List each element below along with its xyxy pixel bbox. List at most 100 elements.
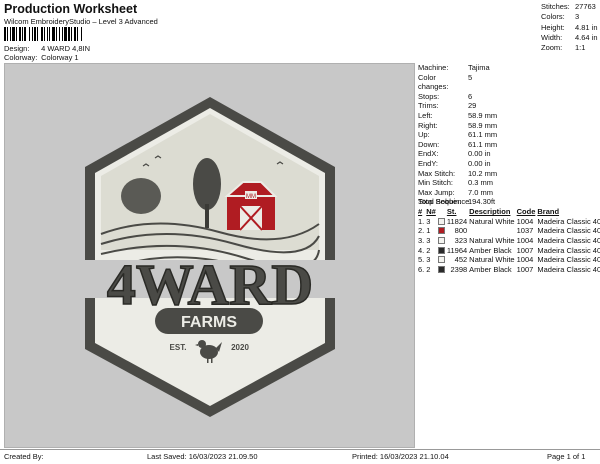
spec-value: 5 <box>468 72 473 82</box>
cell-brand: Madeira Classic 40 <box>537 236 600 246</box>
cell-needle: 1 <box>426 226 431 236</box>
spec-row: EndY: 0.00 in <box>418 159 497 169</box>
cell-brand: Madeira Classic 40 <box>537 226 600 236</box>
page-number: Page 1 of 1 <box>547 452 586 461</box>
farms-text: FARMS <box>181 314 237 331</box>
stat-stitches: Stitches: 27763 <box>541 2 596 11</box>
stat-zoom: Zoom: 1:1 <box>541 43 586 53</box>
stop-sequence-title: Stop Sequence: <box>418 197 472 206</box>
table-row: 1. 3 11824 Natural White 1004 Madeira Classic… <box>418 217 600 227</box>
spec-row: Machine: Tajima <box>418 63 497 73</box>
col-stitches: St. <box>446 207 457 217</box>
cell-code: 1037 <box>516 226 534 236</box>
spec-label: Stops: <box>418 91 440 101</box>
cell-swatch <box>437 217 447 227</box>
barn-sign: MM <box>246 194 256 200</box>
spec-label: Left: <box>418 110 433 120</box>
cell-description: Natural White <box>469 255 515 265</box>
cell-description: Natural White <box>469 236 515 246</box>
cell-swatch <box>437 255 447 265</box>
spec-value: 0.3 mm <box>468 178 494 188</box>
col-brand: Brand <box>537 207 560 217</box>
cell-stitches: 800 <box>454 226 468 236</box>
color-swatch <box>437 246 445 254</box>
spec-row: Trims: 29 <box>418 101 497 111</box>
cell-needle: 3 <box>426 236 431 246</box>
spec-value: Tajima <box>468 63 490 72</box>
cell-brand: Madeira Classic 40 <box>537 264 600 274</box>
spec-row: Left: 58.9 mm <box>418 111 497 121</box>
embroidery-logo: MM 4WARD FARMS EST. 2020 <box>75 97 345 417</box>
cell-description: Amber Black <box>469 245 512 255</box>
cell-stitches: 2398 <box>450 264 468 274</box>
spec-row: Down: 61.1 mm <box>418 140 497 150</box>
worksheet-title: Production Worksheet <box>4 2 138 16</box>
tree-crown <box>121 178 161 214</box>
created-by: Created By: <box>4 452 44 461</box>
color-swatch <box>437 217 445 225</box>
spec-label: Up: <box>418 130 430 140</box>
spec-label: Machine: <box>418 63 449 72</box>
barcode <box>4 27 130 41</box>
spec-row: Max Jump: 7.0 mm <box>418 188 497 198</box>
spec-value: 7.0 mm <box>468 187 494 197</box>
cell-stitches: 323 <box>454 236 468 246</box>
cell-brand: Madeira Classic 40 <box>537 245 600 255</box>
spec-value: 0.00 in <box>468 149 491 159</box>
col-needle: N# <box>426 207 436 217</box>
table-header-row: # N# St. Description Code Brand <box>418 207 600 217</box>
cell-swatch <box>437 245 447 255</box>
stat-height: Height: 4.81 in <box>541 22 598 32</box>
cell-code: 1004 <box>516 236 534 246</box>
spec-row: Color changes: 5 <box>418 73 497 92</box>
design-preview[interactable]: MM 4WARD FARMS EST. 2020 <box>4 63 415 448</box>
cell-stitches: 452 <box>454 255 468 265</box>
software-name: Wilcom EmbroideryStudio – Level 3 Advanc… <box>4 17 158 26</box>
cell-description: Natural White <box>469 216 515 226</box>
spec-label: Max Stitch: <box>418 168 456 178</box>
est-text: EST. <box>170 343 187 352</box>
cell-code: 1004 <box>516 255 534 265</box>
cell-needle: 2 <box>426 264 431 274</box>
color-swatch <box>437 265 445 273</box>
spec-value: 194.30ft <box>468 197 496 207</box>
cell-stop: 2. <box>418 226 425 236</box>
col-description: Description <box>469 207 511 217</box>
spec-row: Max Stitch: 10.2 mm <box>418 169 497 179</box>
col-swatch <box>438 207 447 217</box>
spec-label: Min Stitch: <box>418 178 454 188</box>
cell-stop: 6. <box>418 264 425 274</box>
spec-row: Right: 58.9 mm <box>418 121 497 131</box>
machine-specs: Machine: Tajima Color changes: 5 Stops: 6 Trim… <box>418 63 497 207</box>
col-stop: # <box>418 207 423 217</box>
printed-date: Printed: 16/03/2023 21.10.04 <box>352 452 449 461</box>
cell-code: 1007 <box>516 264 534 274</box>
cell-needle: 2 <box>426 245 431 255</box>
cell-code: 1004 <box>516 216 534 226</box>
cell-needle: 3 <box>426 216 431 226</box>
spec-row: Up: 61.1 mm <box>418 130 497 140</box>
spec-label: Down: <box>418 139 440 149</box>
spec-label: Max Jump: <box>418 187 455 197</box>
design-value: 4 WARD 4,8IN <box>41 44 90 53</box>
stat-width: Width: 4.64 in <box>541 32 598 42</box>
logo-main-text: 4WARD <box>107 252 313 317</box>
spec-label: Trims: <box>418 101 439 111</box>
cell-brand: Madeira Classic 40 <box>537 216 600 226</box>
spec-row: EndX: 0.00 in <box>418 149 497 159</box>
stop-sequence-table: # N# St. Description Code Brand 1. 3 11824… <box>418 207 600 274</box>
color-swatch <box>437 237 445 245</box>
cell-needle: 3 <box>426 255 431 265</box>
colorway-label: Colorway: <box>4 53 38 62</box>
spec-value: 0.00 in <box>468 158 491 168</box>
year-text: 2020 <box>231 343 249 352</box>
spec-label: Right: <box>418 120 438 130</box>
cell-code: 1007 <box>516 245 534 255</box>
spec-row: Min Stitch: 0.3 mm <box>418 178 497 188</box>
cell-description: Amber Black <box>469 264 512 274</box>
footer-divider <box>0 449 600 450</box>
cell-stop: 5. <box>418 255 425 265</box>
spec-label: EndX: <box>418 149 439 159</box>
table-row: 2. 1 800 1037 Madeira Classic 40 <box>418 226 600 236</box>
cell-description <box>469 226 516 236</box>
